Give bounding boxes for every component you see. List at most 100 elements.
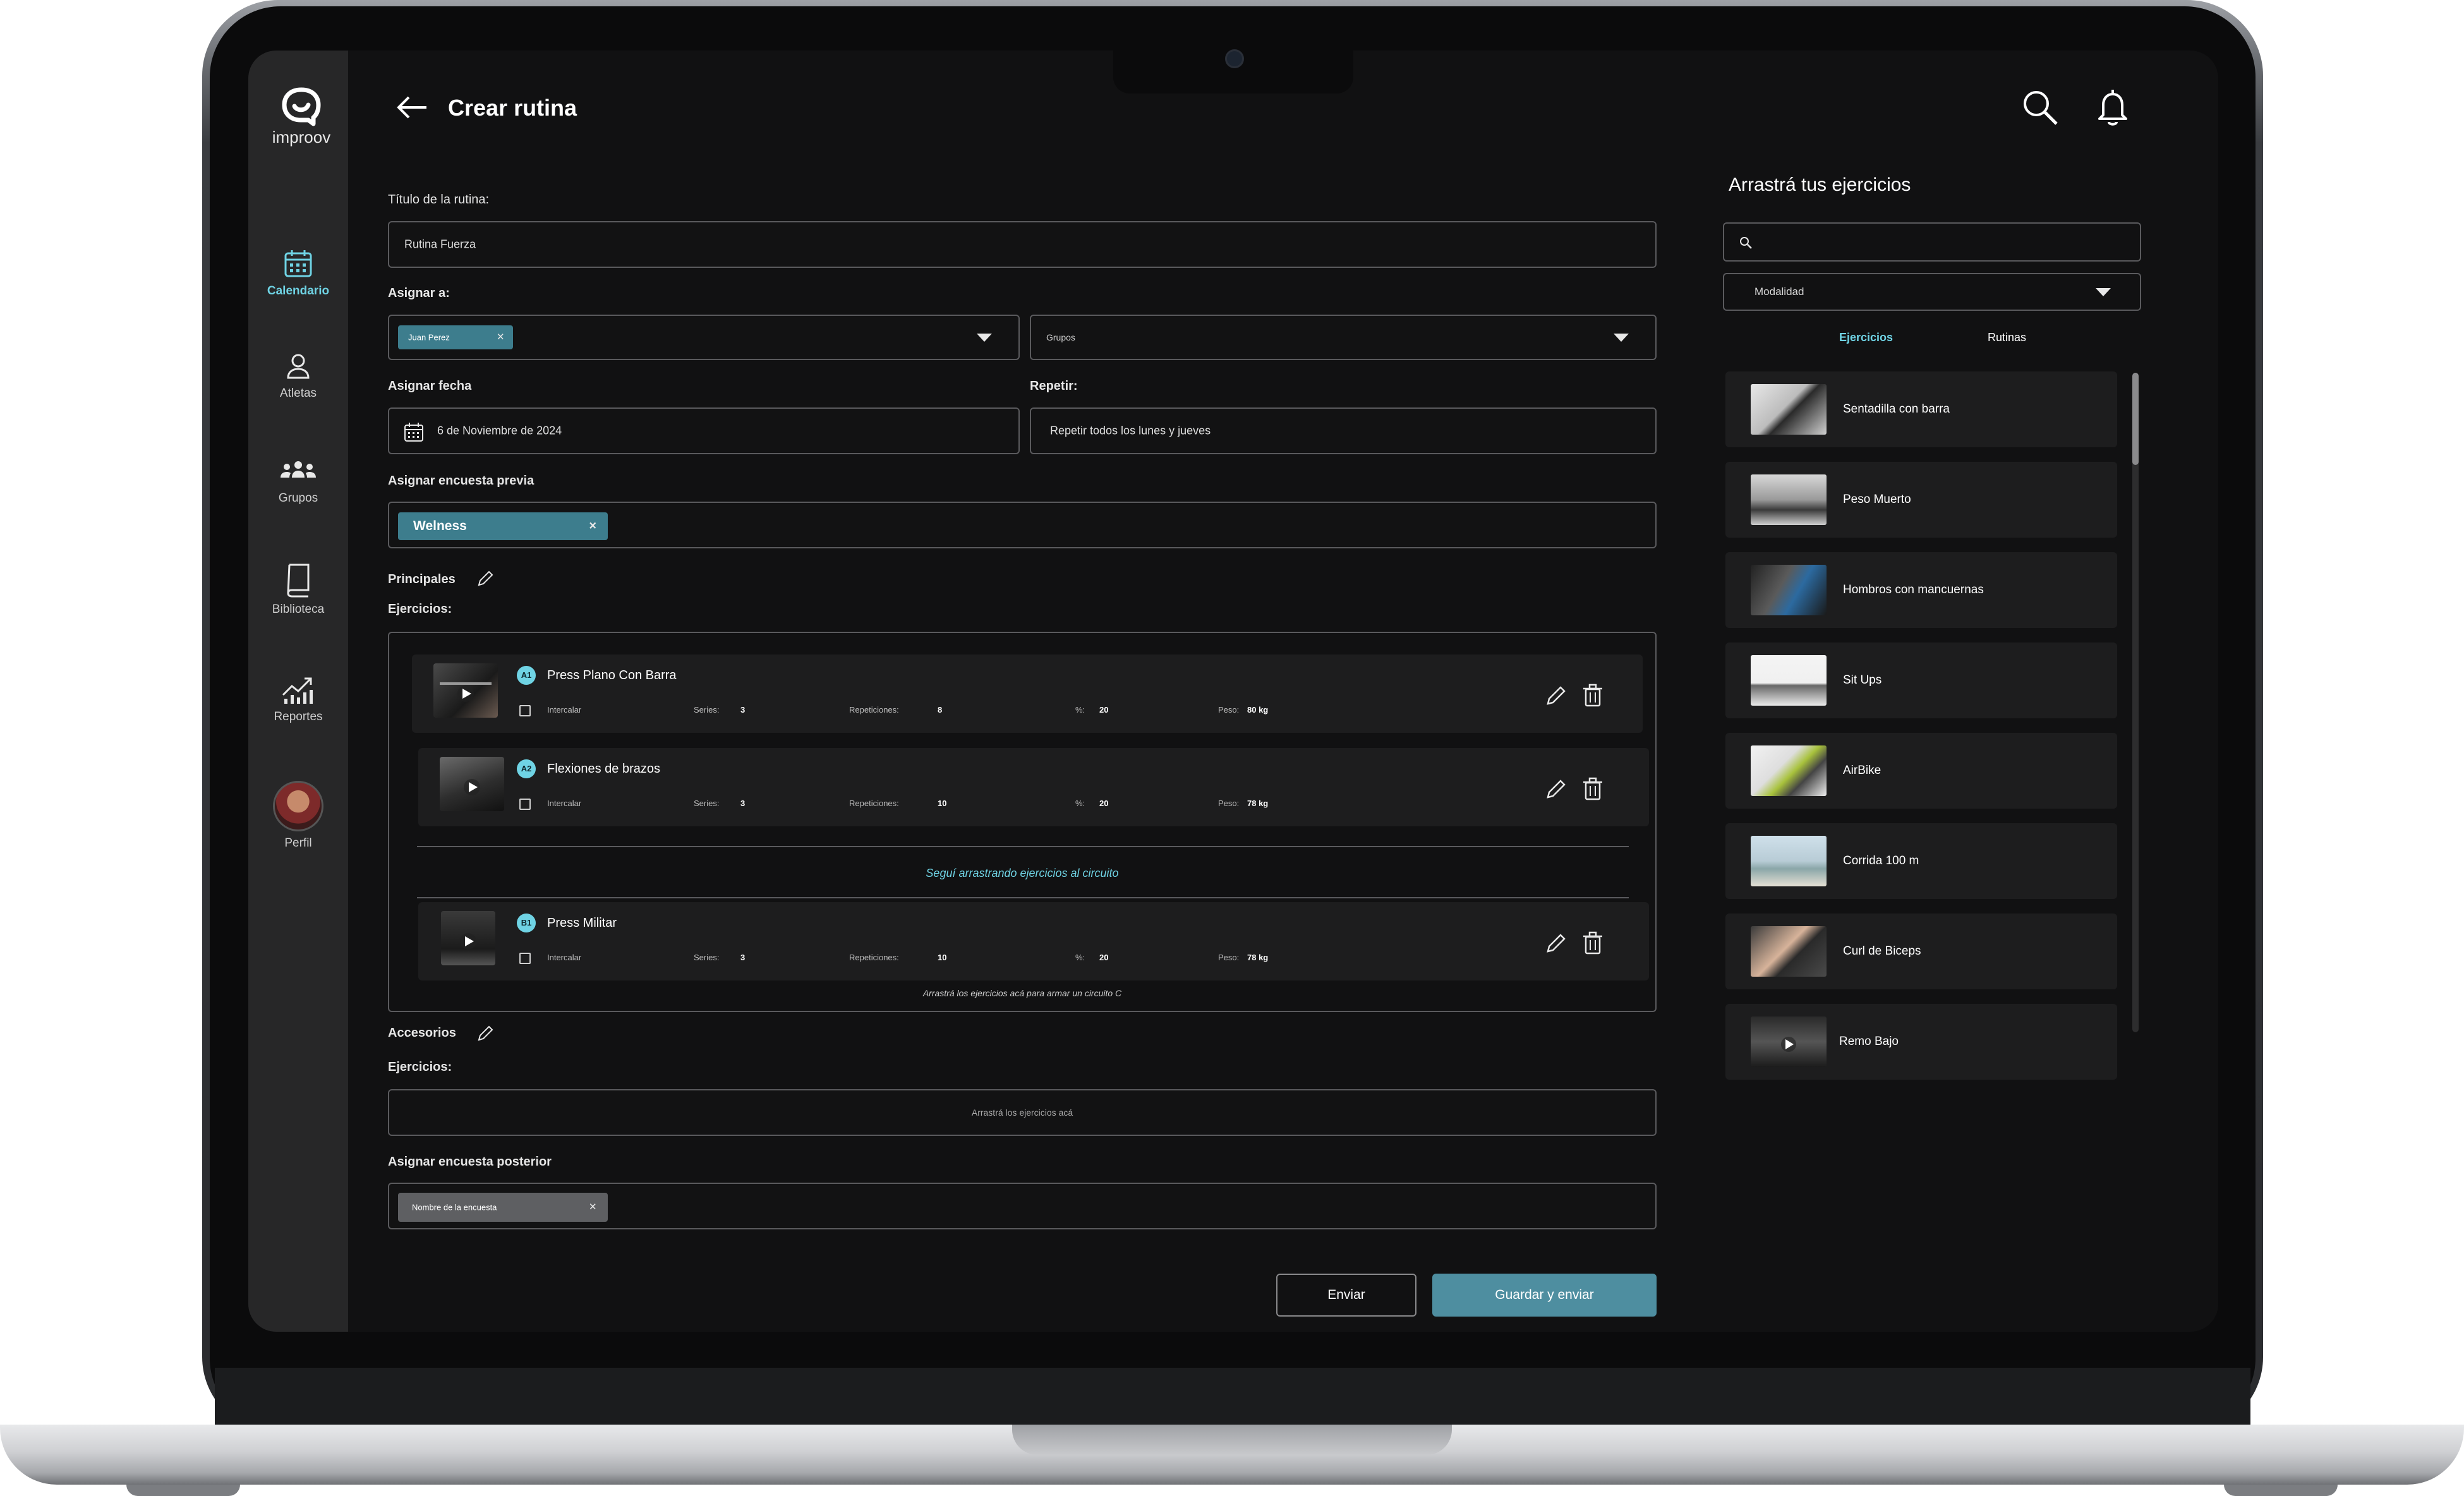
send-button[interactable]: Enviar — [1276, 1274, 1416, 1317]
percent-value[interactable]: 20 — [1099, 953, 1108, 962]
trash-icon[interactable] — [1582, 684, 1603, 708]
exercise-card[interactable]: B1 Press Militar Intercalar Series: 3 Re… — [418, 902, 1649, 980]
list-item[interactable]: Remo Bajo — [1725, 1004, 2117, 1080]
chevron-down-icon — [2096, 288, 2111, 296]
weight-label: Peso: — [1218, 799, 1240, 808]
notifications-button[interactable] — [2093, 87, 2132, 131]
edit-pencil-icon[interactable] — [1544, 777, 1568, 801]
brand-logo[interactable]: improov — [270, 86, 333, 147]
series-value[interactable]: 3 — [740, 953, 745, 962]
list-item[interactable]: Hombros con mancuernas — [1725, 552, 2117, 628]
sidebar-item-biblioteca[interactable]: Biblioteca — [248, 562, 348, 617]
edit-pencil-icon[interactable] — [1544, 684, 1568, 708]
exercise-thumbnail[interactable] — [441, 911, 495, 965]
sidebar-item-label: Grupos — [278, 492, 318, 505]
list-item[interactable]: Corrida 100 m — [1725, 823, 2117, 899]
library-search-input[interactable] — [1723, 222, 2141, 262]
exercise-name: Peso Muerto — [1843, 493, 1911, 506]
tab-rutinas[interactable]: Rutinas — [1988, 331, 2026, 344]
remove-survey-icon[interactable]: × — [589, 1200, 596, 1215]
edit-pencil-icon[interactable] — [475, 569, 495, 589]
list-item[interactable]: AirBike — [1725, 733, 2117, 809]
weight-value[interactable]: 78 kg — [1247, 953, 1268, 962]
post-survey-chip: Nombre de la encuesta × — [398, 1193, 608, 1222]
save-and-send-button[interactable]: Guardar y enviar — [1432, 1274, 1657, 1317]
divider — [417, 897, 1629, 898]
accesorios-exercises-label: Ejercicios: — [388, 1060, 452, 1074]
list-item[interactable]: Curl de Biceps — [1725, 914, 2117, 989]
percent-label: %: — [1075, 705, 1085, 715]
title-input[interactable]: Rutina Fuerza — [388, 221, 1657, 268]
assign-athlete-select[interactable]: Juan Perez × — [388, 315, 1020, 360]
trash-icon[interactable] — [1582, 777, 1603, 801]
list-item[interactable]: Peso Muerto — [1725, 462, 2117, 538]
search-button[interactable] — [2020, 87, 2060, 131]
reps-value[interactable]: 10 — [938, 799, 946, 808]
sidebar-item-label: Perfil — [284, 836, 312, 850]
page-title: Crear rutina — [448, 95, 577, 121]
tab-ejercicios[interactable]: Ejercicios — [1839, 331, 1893, 344]
modality-select[interactable]: Modalidad — [1723, 273, 2141, 311]
series-label: Series: — [694, 953, 720, 962]
trash-icon[interactable] — [1582, 931, 1603, 955]
improov-logo-icon — [282, 87, 321, 126]
laptop-chin — [215, 1368, 2250, 1425]
sidebar-item-atletas[interactable]: Atletas — [248, 351, 348, 401]
avatar — [273, 781, 323, 831]
sidebar-item-label: Atletas — [279, 387, 317, 400]
remove-survey-icon[interactable]: × — [589, 519, 596, 534]
sidebar-item-reportes[interactable]: Reportes — [248, 673, 348, 724]
percent-value[interactable]: 20 — [1099, 705, 1108, 715]
pre-survey-select[interactable]: Welness × — [388, 502, 1657, 548]
exercise-thumbnail[interactable] — [433, 663, 498, 718]
divider — [417, 846, 1629, 847]
book-icon — [287, 564, 310, 598]
weight-value[interactable]: 80 kg — [1247, 705, 1268, 715]
sidebar-item-grupos[interactable]: Grupos — [248, 456, 348, 505]
date-picker[interactable]: 6 de Noviembre de 2024 — [388, 407, 1020, 454]
intercalar-checkbox[interactable] — [519, 953, 531, 964]
exercise-card[interactable]: A2 Flexiones de brazos Intercalar Series… — [418, 748, 1649, 826]
list-item[interactable]: Sit Ups — [1725, 642, 2117, 718]
post-survey-label: Asignar encuesta posterior — [388, 1155, 552, 1169]
series-value[interactable]: 3 — [740, 799, 745, 808]
exercise-card[interactable]: A1 Press Plano Con Barra Intercalar Seri… — [412, 654, 1643, 733]
scrollbar-thumb[interactable] — [2132, 373, 2139, 465]
circuit-c-hint: Arrastrá los ejercicios acá para armar u… — [922, 988, 1122, 998]
intercalar-checkbox[interactable] — [519, 705, 531, 716]
intercalar-checkbox[interactable] — [519, 799, 531, 810]
exercise-name: AirBike — [1843, 764, 1881, 777]
exercise-name: Hombros con mancuernas — [1843, 583, 1984, 596]
series-value[interactable]: 3 — [740, 705, 745, 715]
laptop-opening-notch — [1012, 1425, 1452, 1455]
repeat-input[interactable]: Repetir todos los lunes y jueves — [1030, 407, 1657, 454]
exercise-name: Corrida 100 m — [1843, 854, 1919, 867]
accesorios-dropzone[interactable]: Arrastrá los ejercicios acá — [388, 1089, 1657, 1136]
accesorios-label: Accesorios — [388, 1026, 456, 1040]
groups-select[interactable]: Grupos — [1030, 315, 1657, 360]
exercise-thumbnail[interactable] — [440, 757, 504, 811]
edit-pencil-icon[interactable] — [1544, 931, 1568, 955]
reps-value[interactable]: 8 — [938, 705, 942, 715]
back-button[interactable] — [395, 95, 430, 123]
exercise-thumbnail — [1751, 474, 1827, 525]
series-label: Series: — [694, 799, 720, 808]
percent-value[interactable]: 20 — [1099, 799, 1108, 808]
reps-value[interactable]: 10 — [938, 953, 946, 962]
date-value: 6 de Noviembre de 2024 — [437, 424, 562, 437]
circuit-dropzone[interactable]: A1 Press Plano Con Barra Intercalar Seri… — [388, 632, 1657, 1012]
sidebar-item-label: Reportes — [274, 710, 323, 723]
list-item[interactable]: Sentadilla con barra — [1725, 371, 2117, 447]
exercise-thumbnail — [1751, 655, 1827, 706]
intercalar-label: Intercalar — [547, 799, 582, 808]
edit-pencil-icon[interactable] — [475, 1023, 495, 1044]
post-survey-select[interactable]: Nombre de la encuesta × — [388, 1183, 1657, 1229]
groups-placeholder: Grupos — [1046, 332, 1075, 342]
sidebar-item-calendario[interactable]: Calendario — [248, 248, 348, 298]
library-scrollbar[interactable] — [2132, 373, 2139, 1032]
weight-value[interactable]: 78 kg — [1247, 799, 1268, 808]
exercise-thumbnail — [1751, 565, 1827, 615]
calendar-icon — [404, 423, 423, 442]
sidebar-item-perfil[interactable]: Perfil — [248, 781, 348, 850]
remove-athlete-icon[interactable]: × — [497, 330, 504, 345]
